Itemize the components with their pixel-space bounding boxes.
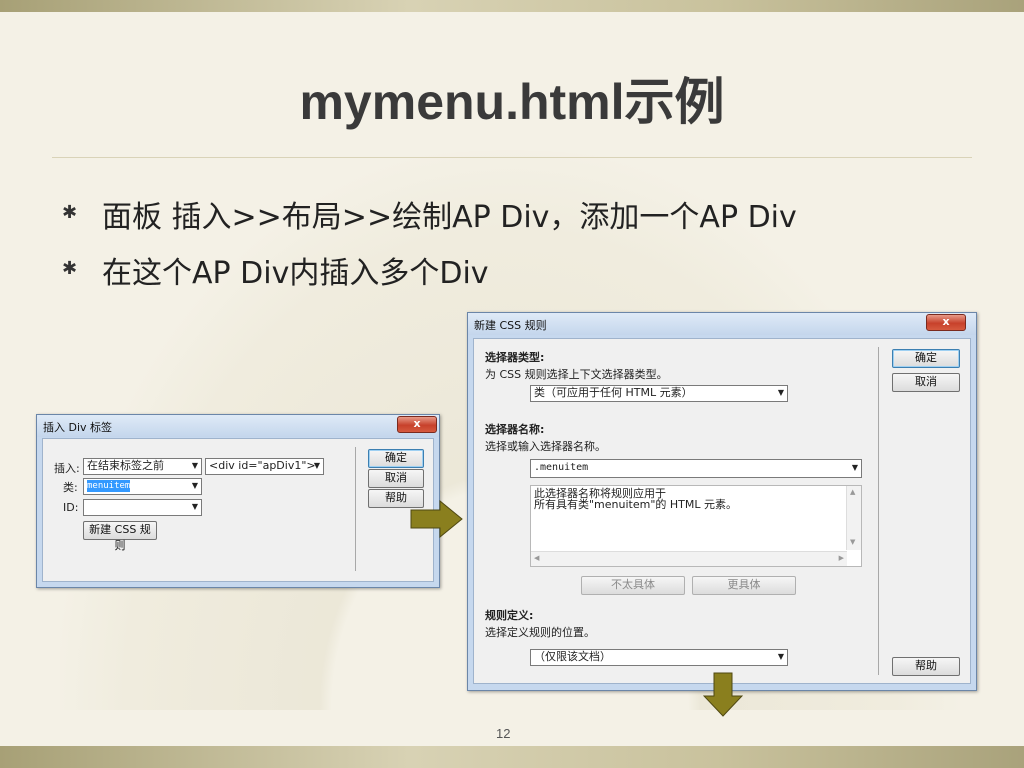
dialog-titlebar: 新建 CSS 规则 x — [468, 313, 976, 335]
dialog-body: 选择器类型: 为 CSS 规则选择上下文选择器类型。 类（可应用于任何 HTML… — [473, 338, 971, 684]
chevron-down-icon: ▼ — [851, 463, 858, 472]
insert-position-select[interactable]: 在结束标签之前 ▼ — [83, 458, 202, 475]
slide-title: mymenu.html示例 — [299, 74, 725, 130]
vertical-scrollbar[interactable]: ▲ ▼ — [846, 486, 861, 550]
id-combo[interactable]: ▼ — [83, 499, 202, 516]
new-css-rule-dialog: 新建 CSS 规则 x 选择器类型: 为 CSS 规则选择上下文选择器类型。 类… — [467, 312, 977, 691]
help-button[interactable]: 帮助 — [892, 657, 960, 676]
chevron-down-icon: ▼ — [777, 388, 784, 397]
divider — [355, 447, 356, 571]
selector-description-box[interactable]: 此选择器名称将规则应用于 所有具有类"menuitem"的 HTML 元素。 ▲… — [530, 485, 862, 567]
down-arrow-icon — [703, 672, 743, 717]
chevron-down-icon: ▼ — [313, 461, 320, 470]
cancel-button[interactable]: 取消 — [368, 469, 424, 488]
more-specific-button[interactable]: 更具体 — [692, 576, 796, 595]
id-label: ID: — [63, 501, 79, 514]
right-arrow-icon — [410, 500, 463, 538]
asterisk-icon: ✱ — [62, 202, 78, 223]
selector-type-heading: 选择器类型: — [485, 351, 545, 364]
chevron-down-icon: ▼ — [191, 461, 198, 470]
ok-button[interactable]: 确定 — [368, 449, 424, 468]
insert-div-dialog: 插入 Div 标签 x 插入: 在结束标签之前 ▼ <div id="apDiv1… — [36, 414, 440, 588]
insert-label: 插入: — [54, 462, 80, 475]
title-divider — [52, 157, 972, 158]
close-button[interactable]: x — [397, 416, 437, 433]
chevron-down-icon: ▼ — [777, 652, 784, 661]
cancel-button[interactable]: 取消 — [892, 373, 960, 392]
dialog-titlebar: 插入 Div 标签 x — [37, 415, 439, 437]
chevron-down-icon: ▼ — [191, 502, 198, 511]
scroll-right-icon[interactable]: ▶ — [839, 554, 844, 562]
rule-definition-desc: 选择定义规则的位置。 — [485, 626, 595, 639]
selector-name-desc: 选择或输入选择器名称。 — [485, 440, 606, 453]
rule-definition-heading: 规则定义: — [485, 609, 534, 622]
selector-name-heading: 选择器名称: — [485, 423, 545, 436]
horizontal-scrollbar[interactable]: ◀ ▶ — [531, 551, 847, 566]
new-css-rule-button[interactable]: 新建 CSS 规则 — [83, 521, 157, 552]
bottom-decor-bar — [0, 746, 1024, 768]
selector-name-combo[interactable]: .menuitem ▼ — [530, 459, 862, 478]
class-combo[interactable]: menuitem ▼ — [83, 478, 202, 495]
selector-type-select[interactable]: 类（可应用于任何 HTML 元素） ▼ — [530, 385, 788, 402]
description-line-2: 所有具有类"menuitem"的 HTML 元素。 — [534, 498, 737, 511]
close-button[interactable]: x — [926, 314, 966, 331]
top-decor-bar — [0, 0, 1024, 12]
target-element-select[interactable]: <div id="apDiv1"> ▼ — [205, 458, 324, 475]
dialog-body: 插入: 在结束标签之前 ▼ <div id="apDiv1"> ▼ 类: menui… — [42, 438, 434, 582]
divider — [878, 347, 879, 675]
class-label: 类: — [63, 481, 78, 494]
scroll-up-icon[interactable]: ▲ — [850, 488, 855, 496]
less-specific-button[interactable]: 不太具体 — [581, 576, 685, 595]
rule-definition-select[interactable]: （仅限该文档） ▼ — [530, 649, 788, 666]
scroll-down-icon[interactable]: ▼ — [850, 538, 855, 546]
page-number: 12 — [496, 726, 511, 741]
selector-type-desc: 为 CSS 规则选择上下文选择器类型。 — [485, 368, 668, 381]
scroll-left-icon[interactable]: ◀ — [534, 554, 539, 562]
chevron-down-icon: ▼ — [191, 481, 198, 490]
ok-button[interactable]: 确定 — [892, 349, 960, 368]
asterisk-icon: ✱ — [62, 258, 78, 279]
